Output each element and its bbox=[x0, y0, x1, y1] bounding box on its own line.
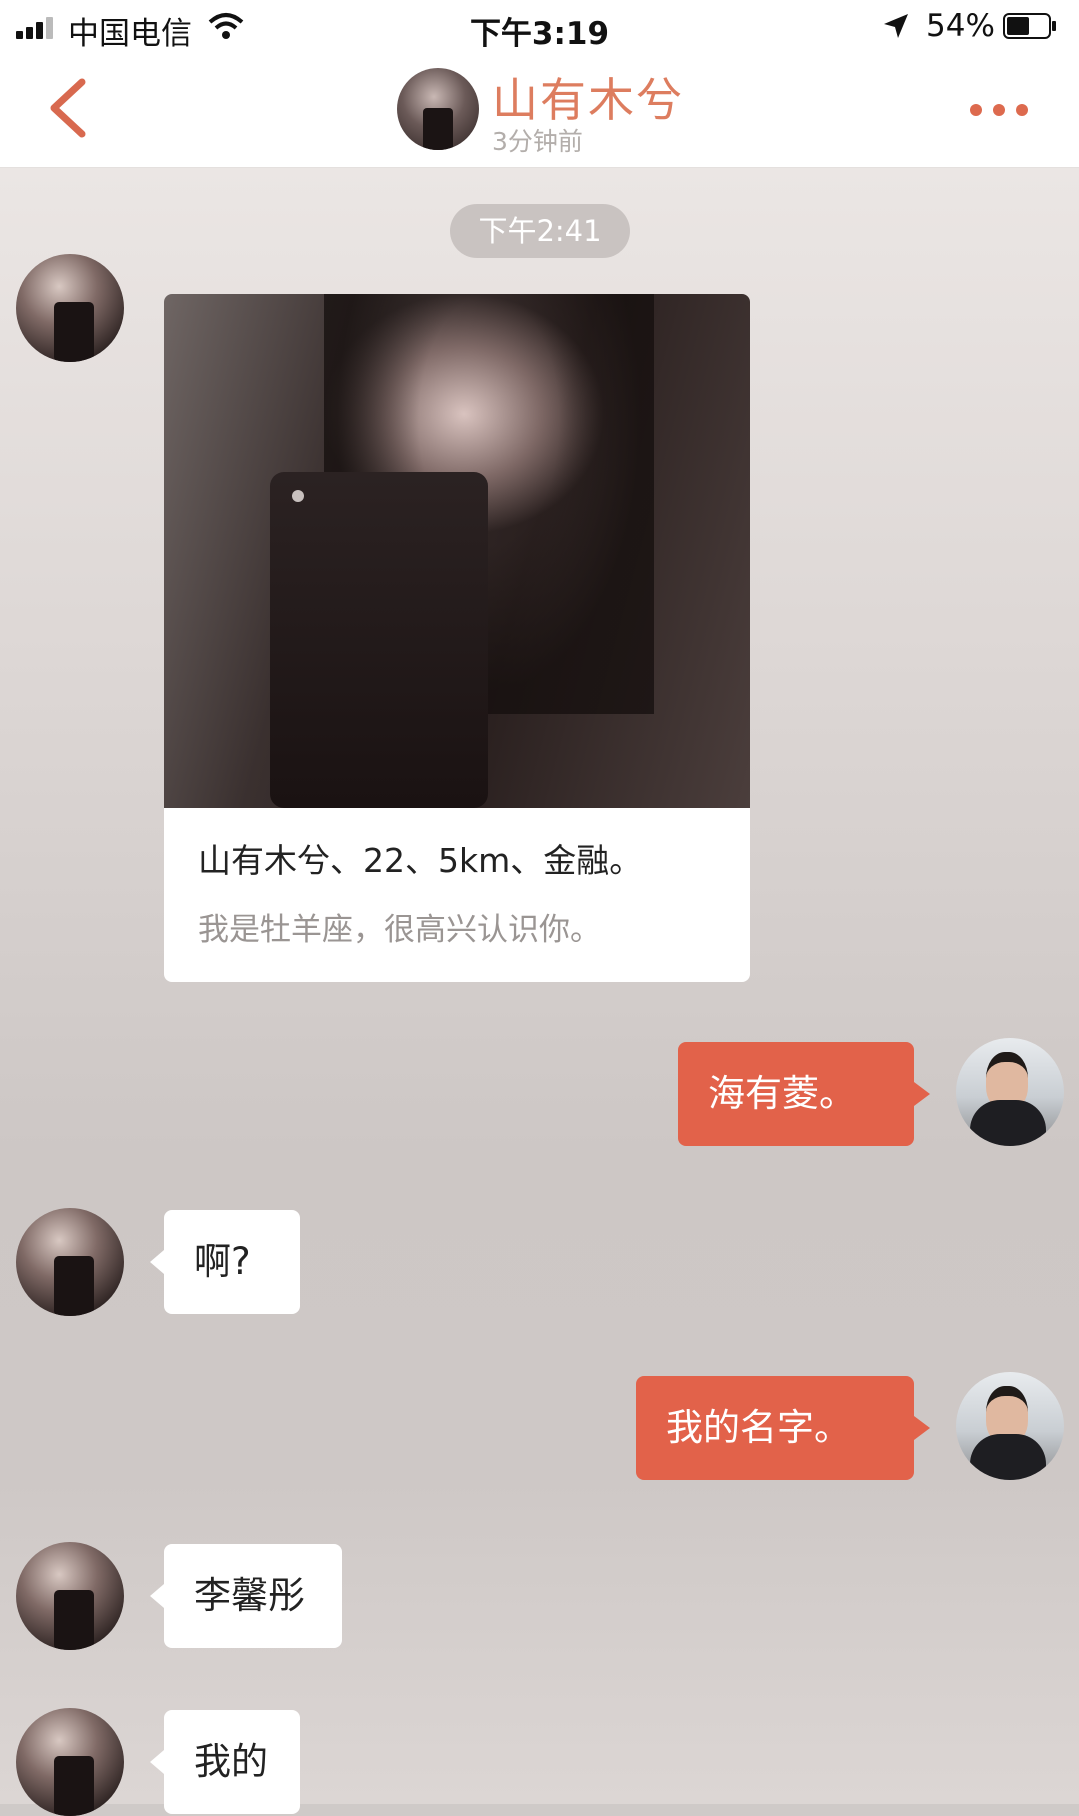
incoming-message[interactable]: 我的 bbox=[150, 1710, 300, 1814]
avatar[interactable] bbox=[956, 1038, 1064, 1146]
contact-avatar[interactable] bbox=[397, 68, 479, 150]
message-text: 我的名字。 bbox=[666, 1406, 851, 1449]
profile-photo[interactable] bbox=[164, 294, 750, 808]
profile-card-description: 我是牡羊座，很高兴认识你。 bbox=[198, 912, 601, 948]
battery-percent: 54% bbox=[926, 8, 995, 44]
message-text: 海有菱。 bbox=[708, 1072, 856, 1115]
chat-area[interactable]: 下午2:41 山有木兮、22、5km、金融。 我是牡羊座，很高兴认识你。 海有菱… bbox=[0, 168, 1079, 1816]
message-text: 我的 bbox=[194, 1740, 268, 1783]
message-text: 啊? bbox=[194, 1240, 251, 1283]
outgoing-message[interactable]: 海有菱。 bbox=[678, 1042, 930, 1146]
message-text: 李馨彤 bbox=[194, 1574, 305, 1617]
last-seen-label: 3分钟前 bbox=[492, 127, 583, 156]
profile-card[interactable]: 山有木兮、22、5km、金融。 我是牡羊座，很高兴认识你。 bbox=[164, 294, 750, 982]
status-bar: 中国电信 下午3:19 54% bbox=[0, 0, 1079, 54]
battery-icon bbox=[1003, 13, 1056, 39]
avatar[interactable] bbox=[16, 1542, 124, 1650]
avatar[interactable] bbox=[16, 1708, 124, 1816]
profile-card-title: 山有木兮、22、5km、金融。 bbox=[198, 841, 643, 880]
avatar[interactable] bbox=[16, 254, 124, 362]
clock: 下午3:19 bbox=[469, 16, 610, 52]
back-chevron-icon[interactable] bbox=[44, 76, 92, 140]
chat-header: 山有木兮 3分钟前 bbox=[0, 54, 1079, 168]
message-timestamp: 下午2:41 bbox=[450, 204, 630, 258]
incoming-message[interactable]: 啊? bbox=[150, 1210, 300, 1314]
location-arrow-icon bbox=[884, 14, 908, 38]
outgoing-message[interactable]: 我的名字。 bbox=[636, 1376, 930, 1480]
avatar[interactable] bbox=[956, 1372, 1064, 1480]
contact-name[interactable]: 山有木兮 bbox=[492, 64, 684, 130]
incoming-message[interactable]: 李馨彤 bbox=[150, 1544, 342, 1648]
avatar[interactable] bbox=[16, 1208, 124, 1316]
more-dots-icon[interactable] bbox=[966, 94, 1032, 124]
